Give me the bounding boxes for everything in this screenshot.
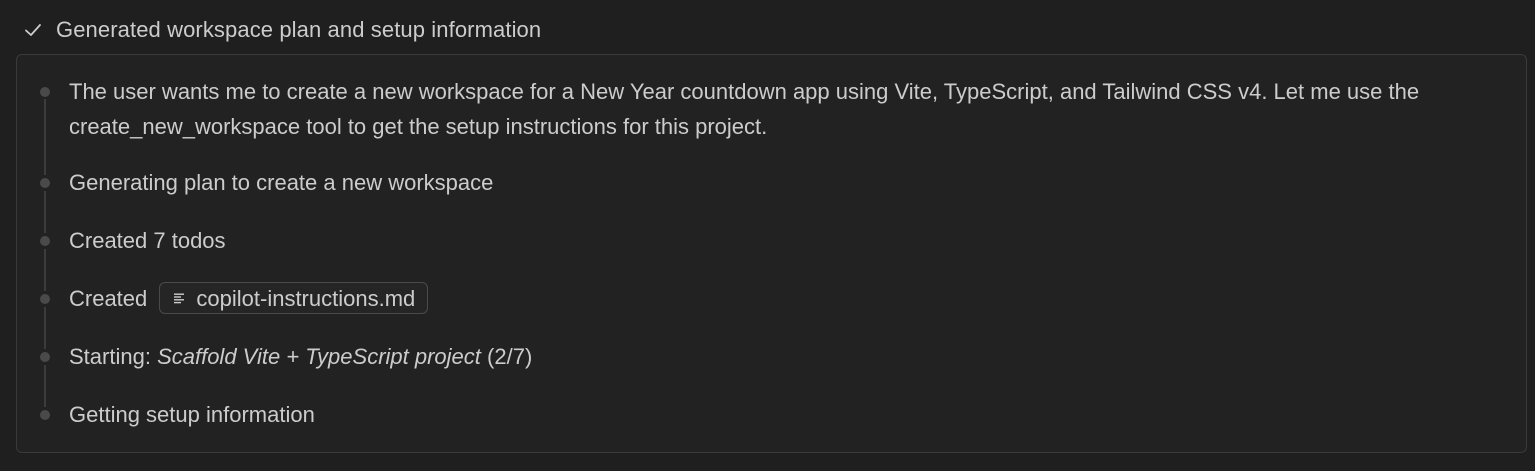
step-starting-task: Scaffold Vite + TypeScript project <box>157 344 481 369</box>
collapse-header[interactable]: Generated workspace plan and setup infor… <box>22 14 541 46</box>
step-dot <box>40 236 50 246</box>
markdown-file-icon <box>172 291 186 305</box>
timeline-connector <box>44 191 46 233</box>
step-starting: Starting: Scaffold Vite + TypeScript pro… <box>69 339 532 374</box>
steps-panel: The user wants me to create a new worksp… <box>16 54 1527 453</box>
step-dot <box>40 178 50 188</box>
step-dot <box>40 294 50 304</box>
step-starting-label: Starting: <box>69 344 151 369</box>
check-icon <box>22 19 44 41</box>
file-chip-copilot-instructions[interactable]: copilot-instructions.md <box>159 282 429 315</box>
step-plan: Generating plan to create a new workspac… <box>69 170 494 195</box>
step-starting-progress: (2/7) <box>487 344 533 369</box>
header-title: Generated workspace plan and setup infor… <box>56 17 542 42</box>
file-name: copilot-instructions.md <box>196 285 416 311</box>
step-thinking: The user wants me to create a new worksp… <box>69 79 1420 139</box>
step-dot <box>40 352 50 362</box>
timeline-connector <box>44 99 46 175</box>
steps-timeline: The user wants me to create a new worksp… <box>17 55 1526 452</box>
timeline-connector <box>44 307 46 349</box>
timeline-connector <box>44 249 46 291</box>
step-todos: Created 7 todos <box>69 228 226 253</box>
step-created: Created copilot-instructions.md <box>69 281 429 316</box>
step-setup: Getting setup information <box>69 402 315 427</box>
step-dot <box>40 87 50 97</box>
step-dot <box>40 410 50 420</box>
timeline-connector <box>44 365 46 407</box>
step-created-label: Created <box>69 286 148 311</box>
